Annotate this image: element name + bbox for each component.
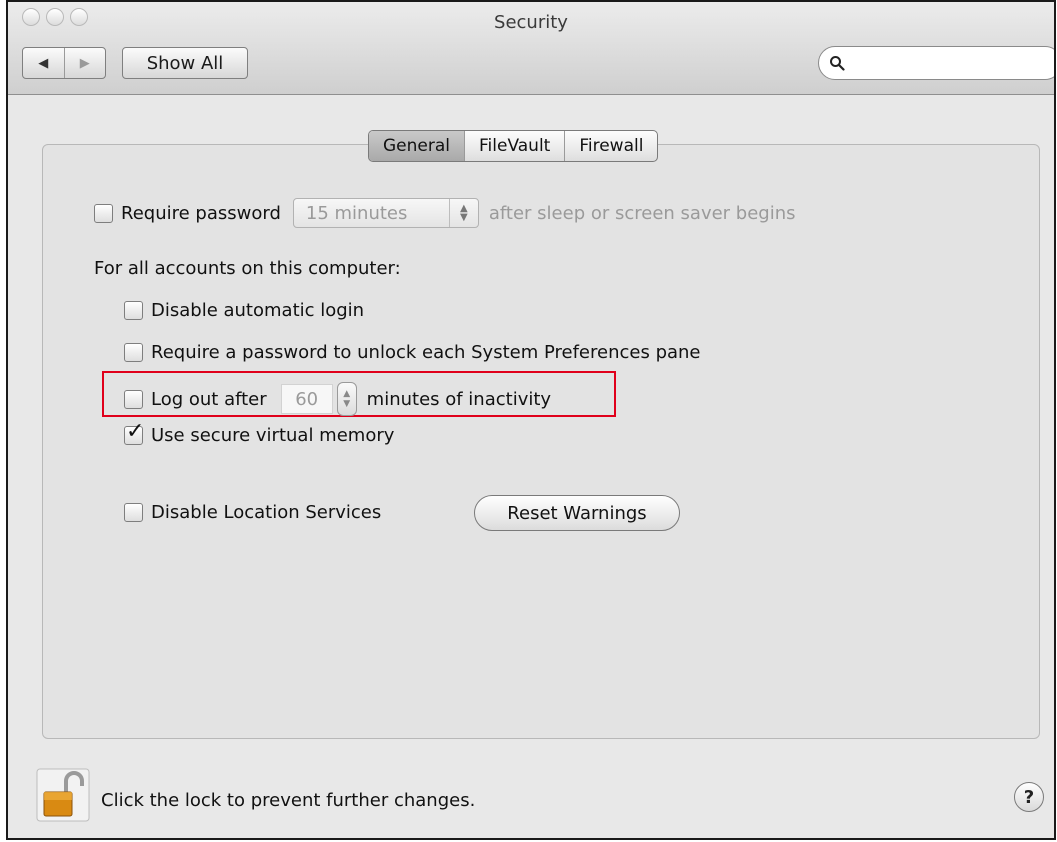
logout-after-label: Log out after <box>151 388 267 410</box>
require-password-prefs-label: Require a password to unlock each System… <box>151 342 701 363</box>
logout-after-row: Log out after 60 ▲ ▼ minutes of inactivit… <box>124 382 551 416</box>
disable-location-services-row: Disable Location Services <box>124 502 381 523</box>
require-password-label: Require password <box>121 202 281 224</box>
logout-minutes-stepper[interactable]: ▲ ▼ <box>336 382 357 416</box>
disable-automatic-login-checkbox[interactable] <box>124 301 143 320</box>
back-arrow-icon[interactable]: ◀ <box>23 48 64 78</box>
show-all-button[interactable]: Show All <box>122 47 248 79</box>
require-password-delay-value: 15 minutes <box>305 202 408 224</box>
tab-general[interactable]: General <box>369 131 464 161</box>
lock-icon[interactable] <box>36 768 90 822</box>
require-password-suffix: after sleep or screen saver begins <box>488 202 796 224</box>
logout-minutes-field[interactable]: 60 <box>280 384 333 414</box>
require-password-prefs-row: Require a password to unlock each System… <box>124 342 701 363</box>
security-preferences-window: Security ◀ ▶ Show All General FileVault … <box>6 0 1056 840</box>
require-password-checkbox[interactable] <box>94 203 113 223</box>
accounts-heading: For all accounts on this computer: <box>94 258 401 279</box>
search-icon <box>830 56 845 71</box>
disable-automatic-login-row: Disable automatic login <box>124 300 364 321</box>
window-toolbar: Security ◀ ▶ Show All <box>8 2 1054 95</box>
secure-virtual-memory-checkbox[interactable]: ✓ <box>124 421 144 445</box>
window-title: Security <box>494 12 568 33</box>
search-field[interactable] <box>818 46 1054 80</box>
back-forward-control: ◀ ▶ <box>22 47 106 79</box>
forward-arrow-icon[interactable]: ▶ <box>63 48 106 78</box>
require-password-delay-popup[interactable]: 15 minutes ▲ ▼ <box>292 198 479 228</box>
search-input[interactable] <box>851 52 1045 74</box>
require-password-row: Require password 15 minutes ▲ ▼ after sle… <box>94 198 796 228</box>
checkmark-icon: ✓ <box>126 419 145 444</box>
lock-status-text: Click the lock to prevent further change… <box>101 790 476 811</box>
disable-location-services-checkbox[interactable] <box>124 503 143 522</box>
logout-after-checkbox[interactable] <box>124 389 143 409</box>
disable-automatic-login-label: Disable automatic login <box>151 300 365 321</box>
logout-after-suffix: minutes of inactivity <box>366 388 552 410</box>
reset-warnings-button[interactable]: Reset Warnings <box>474 495 680 531</box>
secure-virtual-memory-row: ✓ Use secure virtual memory <box>124 421 395 446</box>
disable-location-services-label: Disable Location Services <box>151 502 382 523</box>
tab-bar: General FileVault Firewall <box>368 130 659 162</box>
tab-filevault[interactable]: FileVault <box>464 131 564 161</box>
tab-firewall[interactable]: Firewall <box>564 131 657 161</box>
secure-virtual-memory-label: Use secure virtual memory <box>151 425 395 446</box>
help-button[interactable]: ? <box>1014 782 1044 812</box>
popup-updown-arrows-icon: ▲ ▼ <box>448 199 478 227</box>
require-password-prefs-checkbox[interactable] <box>124 343 143 362</box>
